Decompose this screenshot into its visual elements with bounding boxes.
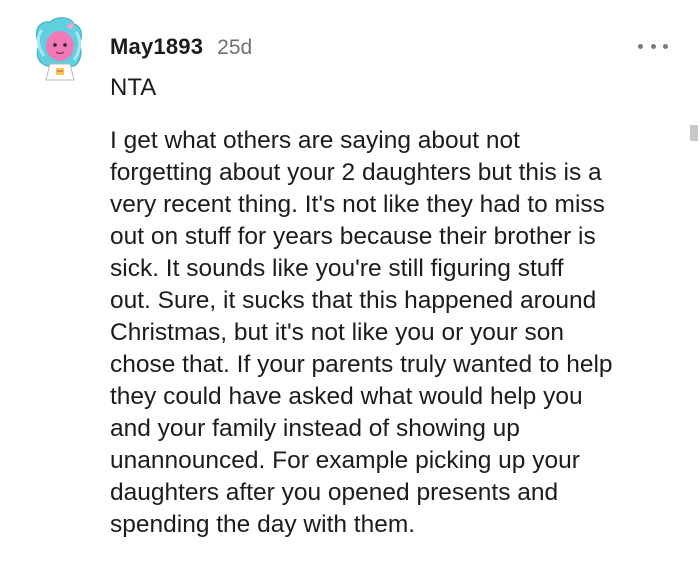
comment-header: May1893 25d — [110, 34, 252, 60]
user-avatar[interactable] — [30, 14, 90, 84]
more-horizontal-icon — [638, 43, 643, 49]
comment-line: out. Sure, it sucks that this happened a… — [110, 287, 597, 314]
comment-line: daughters after you opened presents and — [110, 479, 559, 506]
comment-card: May1893 25d NTA I get what others are sa… — [0, 0, 700, 564]
comment-line: sick. It sounds like you're still figuri… — [110, 255, 564, 282]
comment-verdict: NTA — [110, 74, 157, 101]
avatar-face — [46, 31, 74, 61]
scrollbar-thumb[interactable] — [690, 125, 698, 141]
more-options-button[interactable] — [638, 36, 668, 56]
comment-line: forgetting about your 2 daughters but th… — [110, 159, 602, 186]
username[interactable]: May1893 — [110, 34, 203, 60]
comment-line: very recent thing. It's not like they ha… — [110, 191, 605, 218]
comment-line: unannounced. For example picking up your — [110, 447, 580, 474]
comment-line: I get what others are saying about not — [110, 127, 520, 154]
comment-body: I get what others are saying about not f… — [110, 125, 680, 541]
comment-line: Christmas, but it's not like you or your… — [110, 319, 565, 346]
comment-line: and your family instead of showing up — [110, 415, 520, 442]
timestamp: 25d — [217, 36, 253, 59]
comment-line: chose that. If your parents truly wanted… — [110, 351, 613, 378]
comment-line: out on stuff for years because their bro… — [110, 223, 596, 250]
comment-line: spending the day with them. — [110, 511, 416, 538]
comment-line: they could have asked what would help yo… — [110, 383, 583, 410]
